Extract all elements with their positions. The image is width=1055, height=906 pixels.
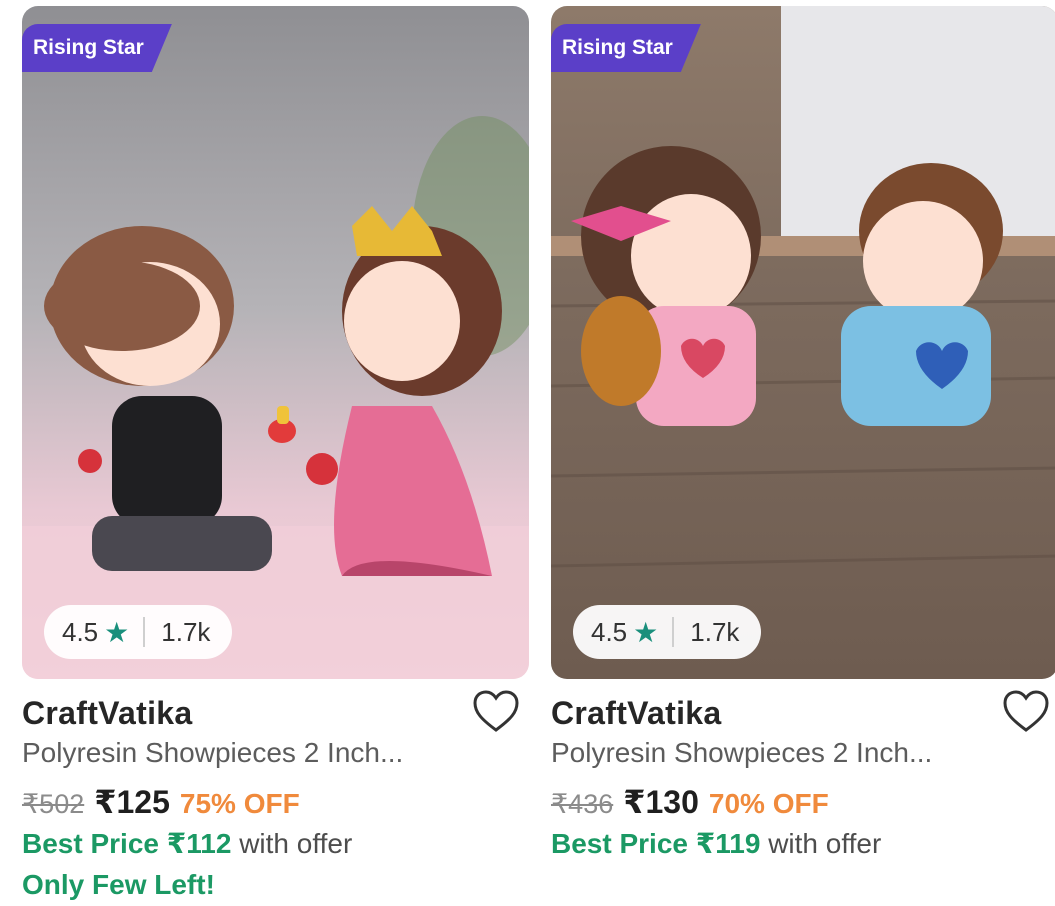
brand-name: CraftVatika [22,695,193,731]
product-card[interactable]: Rising Star 4.5 ★ 1.7k CraftVatika Polyr… [551,6,1055,906]
rating-pill: 4.5 ★ 1.7k [44,605,233,659]
stock-note: Only Few Left! [22,869,215,900]
mrp-price: ₹436 [551,789,614,819]
rising-star-badge: Rising Star [551,24,701,72]
couple-figurine-proposal-image [22,6,529,679]
best-price: Best Price ₹112 [22,828,232,859]
selling-price: ₹125 [94,784,170,820]
discount-label: 75% OFF [179,788,300,819]
discount-label: 70% OFF [708,788,829,819]
selling-price: ₹130 [623,784,699,820]
product-description: Polyresin Showpieces 2 Inch... [551,737,933,768]
couple-figurine-kissing-image [551,6,1055,679]
best-price-row: Best Price ₹112 with offer [22,827,529,869]
price-row: ₹436 ₹130 70% OFF [551,783,1055,827]
product-card[interactable]: Rising Star 4.5 ★ 1.7k CraftVatika Polyr… [22,6,529,906]
best-price-row: Best Price ₹119 with offer [551,827,1055,869]
mrp-price: ₹502 [22,789,85,819]
brand-name: CraftVatika [551,695,722,731]
rating-divider [672,617,675,647]
rating-value: 4.5 [62,616,99,647]
star-icon: ★ [104,616,130,648]
rising-star-badge: Rising Star [22,24,172,72]
price-row: ₹502 ₹125 75% OFF [22,783,529,827]
rating-pill: 4.5 ★ 1.7k [573,605,762,659]
best-price-suffix: with offer [768,828,882,859]
product-description: Polyresin Showpieces 2 Inch... [22,737,404,768]
product-image[interactable]: Rising Star 4.5 ★ 1.7k [551,6,1055,679]
review-count: 1.7k [690,616,740,647]
rating-value: 4.5 [591,616,628,647]
rating-divider [143,617,146,647]
best-price-suffix: with offer [239,828,353,859]
review-count: 1.7k [161,616,211,647]
wishlist-heart-icon[interactable] [471,687,521,737]
star-icon: ★ [633,616,659,648]
product-image[interactable]: Rising Star 4.5 ★ 1.7k [22,6,529,679]
wishlist-heart-icon[interactable] [1001,687,1051,737]
best-price: Best Price ₹119 [551,828,761,859]
